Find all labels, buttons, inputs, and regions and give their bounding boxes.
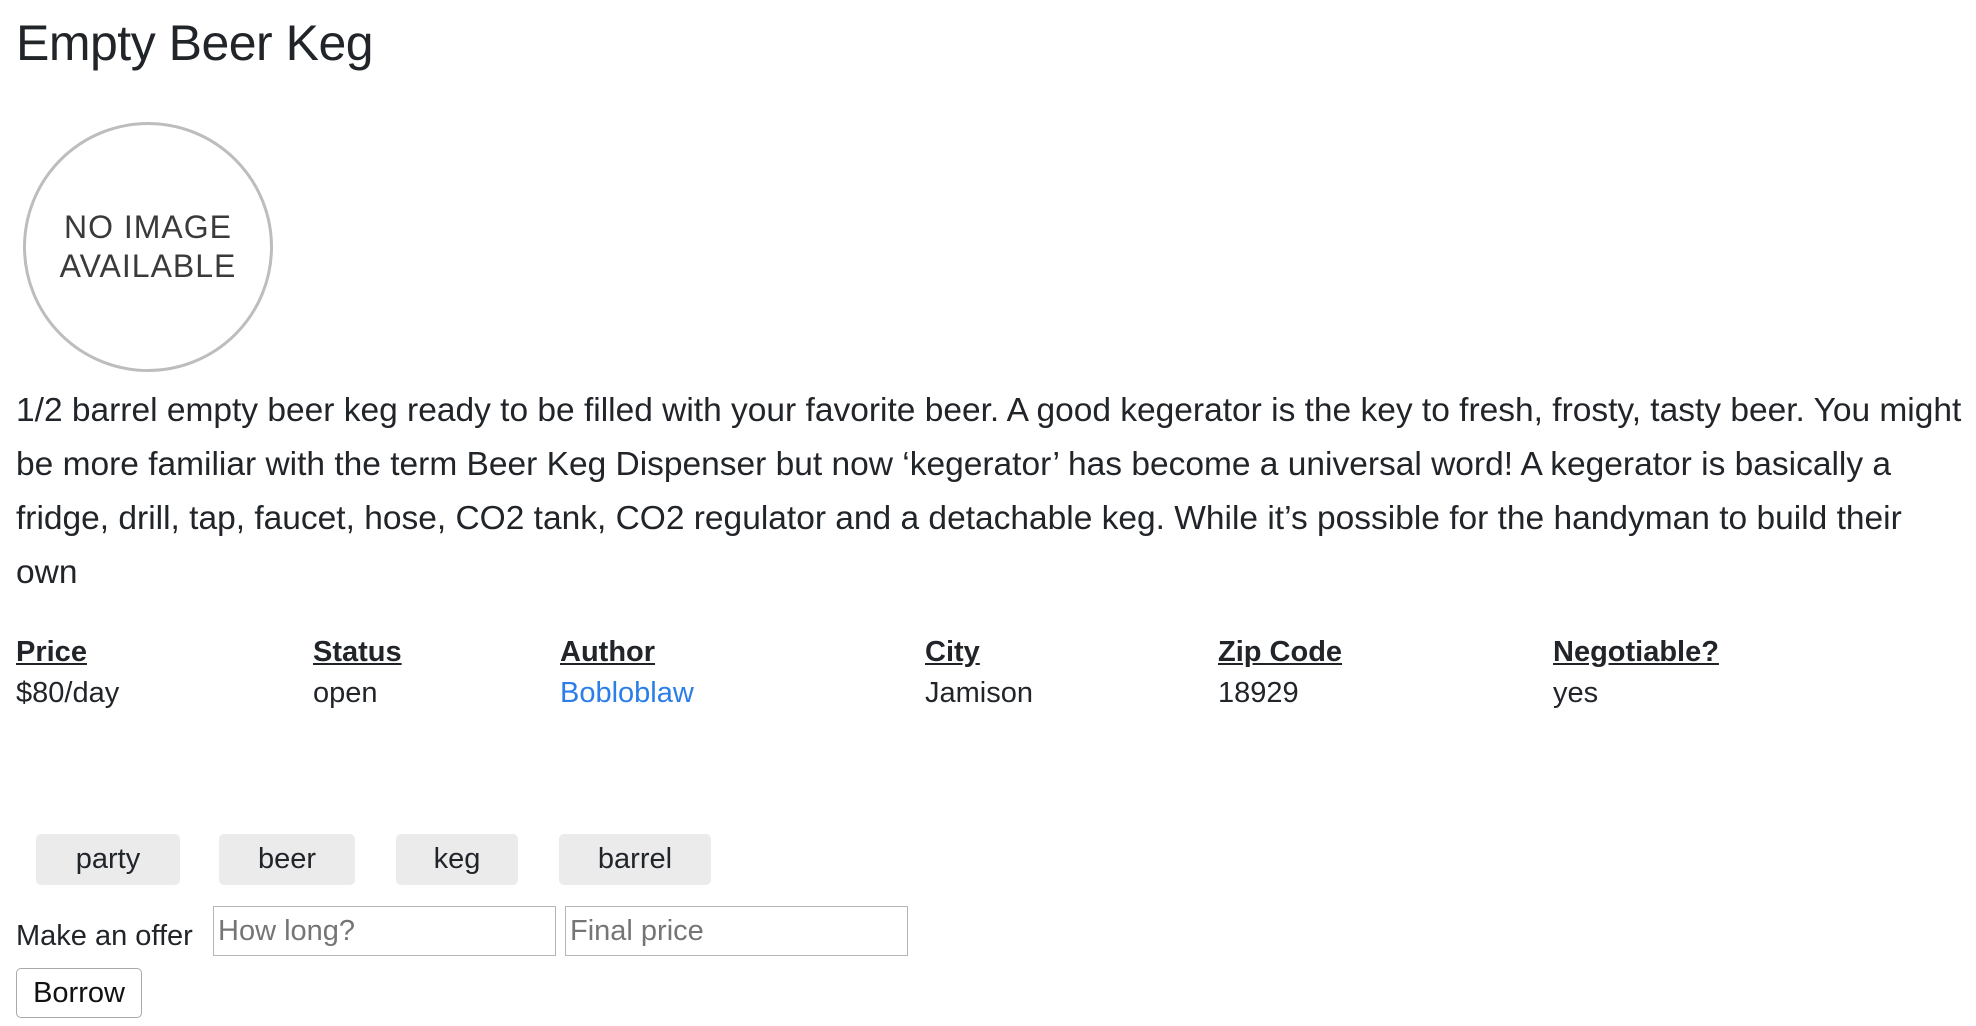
author-label: Author — [560, 636, 656, 668]
no-image-line-2: AVAILABLE — [59, 248, 237, 284]
page-title: Empty Beer Keg — [16, 15, 374, 71]
tag-keg[interactable]: keg — [396, 834, 518, 885]
city-value: Jamison — [925, 677, 1033, 709]
negotiable-value: yes — [1553, 677, 1599, 709]
offer-duration-input[interactable] — [213, 906, 556, 956]
tag-barrel[interactable]: barrel — [559, 834, 711, 885]
author-link[interactable]: Bobloblaw — [560, 677, 694, 709]
negotiable-label: Negotiable? — [1553, 636, 1719, 668]
detail-city: City Jamison — [925, 632, 1033, 714]
price-label: Price — [16, 636, 87, 668]
no-image-placeholder: NO IMAGE AVAILABLE — [23, 122, 273, 372]
status-label: Status — [313, 636, 402, 668]
detail-author: Author Bobloblaw — [560, 632, 694, 714]
no-image-line-1: NO IMAGE — [63, 209, 232, 245]
tag-beer[interactable]: beer — [219, 834, 355, 885]
detail-price: Price $80/day — [16, 632, 119, 714]
zip-code-value: 18929 — [1218, 677, 1299, 709]
city-label: City — [925, 636, 980, 668]
offer-price-input[interactable] — [565, 906, 908, 956]
make-offer-label: Make an offer — [16, 920, 193, 952]
detail-status: Status open — [313, 632, 402, 714]
price-value: $80/day — [16, 677, 120, 709]
tag-party[interactable]: party — [36, 834, 180, 885]
author-value-wrap: Bobloblaw — [560, 672, 694, 714]
detail-negotiable: Negotiable? yes — [1553, 632, 1719, 714]
detail-zip-code: Zip Code 18929 — [1218, 632, 1342, 714]
status-value: open — [313, 677, 378, 709]
listing-description: 1/2 barrel empty beer keg ready to be fi… — [16, 392, 1962, 591]
borrow-button[interactable]: Borrow — [16, 968, 142, 1018]
zip-code-label: Zip Code — [1218, 636, 1343, 668]
